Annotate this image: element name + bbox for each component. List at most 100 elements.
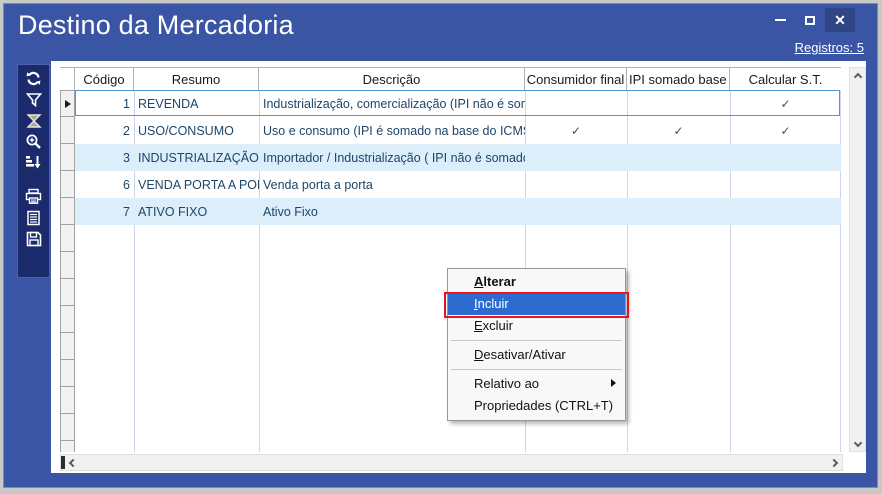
registros-link[interactable]: Registros: 5 bbox=[795, 40, 864, 55]
cell-calcular-st bbox=[730, 171, 841, 198]
menu-item-excluir[interactable]: Excluir bbox=[448, 315, 625, 337]
menu-separator bbox=[451, 369, 622, 370]
menu-item-label: ncluir bbox=[478, 296, 509, 311]
report-button[interactable] bbox=[22, 207, 46, 228]
row-indicator bbox=[60, 252, 75, 279]
cell-resumo: USO/CONSUMO bbox=[134, 117, 259, 144]
menu-item-alterar[interactable]: Alterar bbox=[448, 271, 625, 293]
menu-item-accel: A bbox=[474, 274, 483, 289]
table-row[interactable]: 6 VENDA PORTA A PORTA Venda porta a port… bbox=[75, 171, 841, 198]
row-indicator bbox=[60, 414, 75, 441]
menu-item-propriedades[interactable]: Propriedades (CTRL+T) bbox=[448, 395, 625, 417]
save-button[interactable] bbox=[22, 228, 46, 249]
menu-item-label: Relativo ao bbox=[474, 376, 539, 391]
column-header-consumidor-final[interactable]: Consumidor final bbox=[525, 67, 627, 90]
cell-resumo: VENDA PORTA A PORTA bbox=[134, 171, 259, 198]
cell-calcular-st bbox=[730, 144, 841, 171]
header-indicator-cell bbox=[60, 67, 75, 90]
close-button[interactable]: ✕ bbox=[825, 8, 855, 32]
column-header-ipi-somado[interactable]: IPI somado base c bbox=[627, 67, 730, 90]
table-row[interactable]: 3 INDUSTRIALIZAÇÃO Importador / Industri… bbox=[75, 144, 841, 171]
cell-codigo: 3 bbox=[75, 144, 134, 171]
scroll-right-button[interactable] bbox=[826, 455, 841, 470]
table-row[interactable]: 1 REVENDA Industrialização, comercializa… bbox=[75, 90, 841, 117]
menu-item-desativar-ativar[interactable]: Desativar/Ativar bbox=[448, 344, 625, 366]
print-button[interactable] bbox=[22, 186, 46, 207]
minimize-button[interactable] bbox=[765, 8, 795, 32]
grid-header: Código Resumo Descrição Consumidor final… bbox=[60, 67, 841, 90]
row-indicator bbox=[60, 333, 75, 360]
row-indicator bbox=[60, 198, 75, 225]
cell-codigo: 1 bbox=[75, 90, 134, 117]
cell-resumo: REVENDA bbox=[134, 90, 259, 117]
print-icon bbox=[25, 188, 42, 205]
row-indicator bbox=[60, 144, 75, 171]
table-row[interactable]: 7 ATIVO FIXO Ativo Fixo bbox=[75, 198, 841, 225]
scroll-left-button[interactable] bbox=[65, 455, 80, 470]
cell-codigo: 6 bbox=[75, 171, 134, 198]
maximize-button[interactable] bbox=[795, 8, 825, 32]
column-header-resumo[interactable]: Resumo bbox=[134, 67, 259, 90]
cell-ipi-somado bbox=[627, 144, 730, 171]
cell-descricao: Uso e consumo (IPI é somado na base do I… bbox=[259, 117, 525, 144]
cell-ipi-somado bbox=[627, 198, 730, 225]
cell-descricao: Importador / Industrialização ( IPI não … bbox=[259, 144, 525, 171]
cell-calcular-st: ✓ bbox=[730, 90, 841, 117]
cell-consumidor-final bbox=[525, 90, 627, 117]
menu-item-label: lterar bbox=[483, 274, 516, 289]
cell-codigo: 2 bbox=[75, 117, 134, 144]
menu-item-incluir[interactable]: Incluir bbox=[448, 293, 625, 315]
cell-consumidor-final bbox=[525, 144, 627, 171]
chevron-up-icon bbox=[853, 72, 861, 80]
zoom-button[interactable] bbox=[22, 131, 46, 152]
refresh-icon bbox=[25, 70, 42, 87]
row-indicator bbox=[60, 387, 75, 414]
cell-resumo: INDUSTRIALIZAÇÃO bbox=[134, 144, 259, 171]
row-indicator bbox=[60, 441, 75, 452]
cell-consumidor-final bbox=[525, 198, 627, 225]
maximize-icon bbox=[805, 16, 815, 25]
horizontal-scrollbar[interactable] bbox=[60, 454, 843, 471]
context-menu: Alterar Incluir Excluir Desativar/Ativar… bbox=[447, 268, 626, 421]
scroll-up-button[interactable] bbox=[850, 69, 865, 84]
cell-codigo: 7 bbox=[75, 198, 134, 225]
column-header-calcular-st[interactable]: Calcular S.T. bbox=[730, 67, 841, 90]
menu-item-label: esativar/Ativar bbox=[483, 347, 565, 362]
cell-resumo: ATIVO FIXO bbox=[134, 198, 259, 225]
sort-button[interactable] bbox=[22, 152, 46, 173]
table-row[interactable]: 2 USO/CONSUMO Uso e consumo (IPI é somad… bbox=[75, 117, 841, 144]
left-toolbar bbox=[17, 64, 50, 278]
vertical-scrollbar[interactable] bbox=[849, 67, 866, 452]
cell-ipi-somado: ✓ bbox=[627, 117, 730, 144]
row-indicator bbox=[60, 90, 75, 117]
cell-ipi-somado bbox=[627, 90, 730, 117]
row-indicator bbox=[60, 225, 75, 252]
cell-calcular-st bbox=[730, 198, 841, 225]
row-indicator bbox=[60, 279, 75, 306]
cell-descricao: Ativo Fixo bbox=[259, 198, 525, 225]
cell-consumidor-final: ✓ bbox=[525, 117, 627, 144]
app-window: Destino da Mercadoria ✕ Registros: 5 bbox=[3, 3, 878, 488]
submenu-arrow-icon bbox=[611, 379, 616, 387]
row-indicator bbox=[60, 306, 75, 333]
scroll-down-button[interactable] bbox=[850, 435, 865, 450]
cell-descricao: Venda porta a porta bbox=[259, 171, 525, 198]
column-header-descricao[interactable]: Descrição bbox=[259, 67, 525, 90]
refresh-button[interactable] bbox=[22, 68, 46, 89]
cell-consumidor-final bbox=[525, 171, 627, 198]
minimize-icon bbox=[775, 19, 786, 21]
chevron-right-icon bbox=[829, 458, 837, 466]
column-header-codigo[interactable]: Código bbox=[75, 67, 134, 90]
sort-icon bbox=[25, 154, 42, 171]
row-indicator bbox=[60, 117, 75, 144]
cell-descricao: Industrialização, comercialização (IPI n… bbox=[259, 90, 525, 117]
client-area: Código Resumo Descrição Consumidor final… bbox=[51, 61, 866, 473]
clear-filter-hourglass-icon bbox=[26, 113, 42, 129]
menu-item-relativo-ao[interactable]: Relativo ao bbox=[448, 373, 625, 395]
filter-button[interactable] bbox=[22, 89, 46, 110]
current-row-pointer-icon bbox=[65, 100, 71, 108]
zoom-search-icon bbox=[25, 133, 42, 150]
clear-filter-button[interactable] bbox=[22, 110, 46, 131]
menu-item-accel: D bbox=[474, 347, 483, 362]
close-icon: ✕ bbox=[834, 12, 846, 29]
